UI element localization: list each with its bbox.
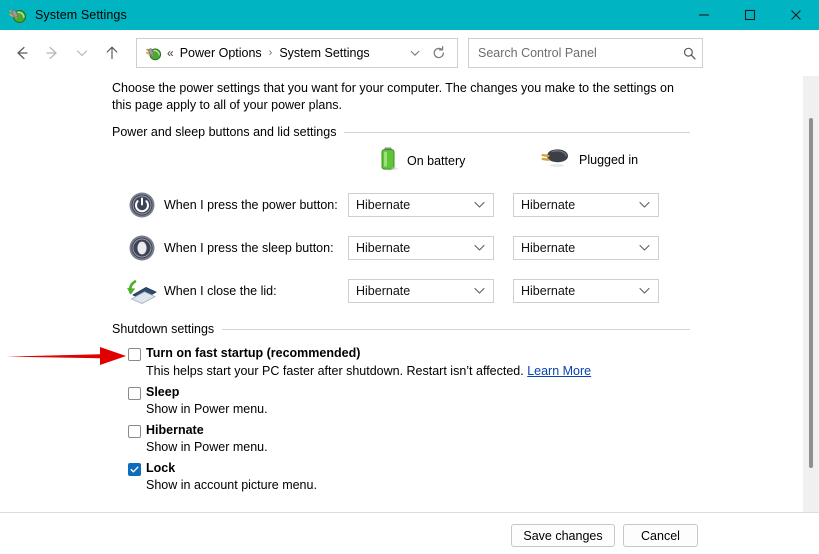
chevron-down-icon xyxy=(73,44,91,62)
column-header-on-battery: On battery xyxy=(378,146,465,175)
battery-icon xyxy=(378,146,398,175)
title-bar: System Settings xyxy=(0,0,819,30)
dialog-footer: Save changes Cancel xyxy=(0,512,819,554)
chevron-down-icon xyxy=(408,46,422,60)
breadcrumb-overflow[interactable]: « xyxy=(167,46,174,60)
save-changes-button[interactable]: Save changes xyxy=(511,524,615,547)
power-options-icon xyxy=(144,44,162,62)
combo-power-button-plugged-in[interactable]: Hibernate xyxy=(513,193,659,217)
close-button[interactable] xyxy=(773,0,819,30)
recent-locations-button[interactable] xyxy=(67,38,97,68)
close-icon xyxy=(790,9,802,21)
previous-locations-button[interactable] xyxy=(403,40,427,66)
window-controls xyxy=(681,0,819,30)
navigation-toolbar: « Power Options › System Settings xyxy=(0,30,819,76)
checkbox-label-sleep[interactable]: Sleep xyxy=(146,385,179,399)
combo-sleep-button-plugged-in[interactable]: Hibernate xyxy=(513,236,659,260)
checkbox-lock[interactable] xyxy=(128,463,141,476)
power-button-icon xyxy=(128,191,156,219)
address-bar[interactable]: « Power Options › System Settings xyxy=(136,38,458,68)
arrow-left-icon xyxy=(13,44,31,62)
breadcrumb-item-system-settings[interactable]: System Settings xyxy=(279,46,369,60)
checkbox-description-sleep: Show in Power menu. xyxy=(146,402,268,416)
combo-select[interactable]: Hibernate xyxy=(513,193,659,217)
power-plug-icon xyxy=(540,146,570,173)
section-header-shutdown: Shutdown settings xyxy=(112,322,690,336)
breadcrumb-separator: › xyxy=(269,47,273,59)
search-icon[interactable] xyxy=(676,40,702,66)
column-label: On battery xyxy=(407,154,465,168)
intro-text: Choose the power settings that you want … xyxy=(112,80,687,114)
checkbox-description-lock: Show in account picture menu. xyxy=(146,478,317,492)
window-title: System Settings xyxy=(35,8,127,22)
checkbox-label-lock[interactable]: Lock xyxy=(146,461,175,475)
combo-close-lid-plugged-in[interactable]: Hibernate xyxy=(513,279,659,303)
power-options-icon xyxy=(7,5,27,25)
arrow-up-icon xyxy=(103,44,121,62)
column-header-plugged-in: Plugged in xyxy=(540,146,638,173)
section-divider xyxy=(344,132,690,133)
laptop-lid-icon xyxy=(126,275,154,303)
row-label-power-button: When I press the power button: xyxy=(164,198,338,212)
arrow-right-icon xyxy=(43,44,61,62)
combo-select[interactable]: Hibernate xyxy=(348,193,494,217)
scrollbar-thumb[interactable] xyxy=(809,118,813,468)
checkbox-description-hibernate: Show in Power menu. xyxy=(146,440,268,454)
row-label-close-lid: When I close the lid: xyxy=(164,284,277,298)
combo-select[interactable]: Hibernate xyxy=(348,236,494,260)
learn-more-link[interactable]: Learn More xyxy=(527,364,591,378)
combo-select[interactable]: Hibernate xyxy=(513,236,659,260)
combo-sleep-button-on-battery[interactable]: Hibernate xyxy=(348,236,494,260)
up-button[interactable] xyxy=(97,38,127,68)
maximize-button[interactable] xyxy=(727,0,773,30)
checkmark-icon xyxy=(129,464,140,475)
checkbox-hibernate[interactable] xyxy=(128,425,141,438)
sleep-button-icon xyxy=(128,234,156,262)
search-input[interactable] xyxy=(469,45,676,61)
breadcrumb-item-power-options[interactable]: Power Options xyxy=(180,46,262,60)
search-box[interactable] xyxy=(468,38,703,68)
section-title: Power and sleep buttons and lid settings xyxy=(112,125,336,139)
checkbox-fast-startup[interactable] xyxy=(128,348,141,361)
section-header-power-sleep: Power and sleep buttons and lid settings xyxy=(112,125,690,139)
forward-button[interactable] xyxy=(37,38,67,68)
combo-select[interactable]: Hibernate xyxy=(513,279,659,303)
column-label: Plugged in xyxy=(579,153,638,167)
checkbox-sleep[interactable] xyxy=(128,387,141,400)
combo-select[interactable]: Hibernate xyxy=(348,279,494,303)
section-title: Shutdown settings xyxy=(112,322,214,336)
maximize-icon xyxy=(744,9,756,21)
combo-power-button-on-battery[interactable]: Hibernate xyxy=(348,193,494,217)
checkbox-label-hibernate[interactable]: Hibernate xyxy=(146,423,204,437)
refresh-icon xyxy=(431,45,447,61)
vertical-scrollbar[interactable] xyxy=(803,76,819,512)
checkbox-description-fast-startup: This helps start your PC faster after sh… xyxy=(146,364,591,378)
combo-close-lid-on-battery[interactable]: Hibernate xyxy=(348,279,494,303)
minimize-button[interactable] xyxy=(681,0,727,30)
checkbox-label-fast-startup[interactable]: Turn on fast startup (recommended) xyxy=(146,346,360,360)
refresh-button[interactable] xyxy=(427,40,451,66)
cancel-button[interactable]: Cancel xyxy=(623,524,698,547)
minimize-icon xyxy=(698,9,710,21)
section-divider xyxy=(222,329,690,330)
content-pane: Choose the power settings that you want … xyxy=(0,76,819,512)
row-label-sleep-button: When I press the sleep button: xyxy=(164,241,334,255)
back-button[interactable] xyxy=(7,38,37,68)
description-text: This helps start your PC faster after sh… xyxy=(146,364,524,378)
address-bar-actions xyxy=(403,40,457,66)
